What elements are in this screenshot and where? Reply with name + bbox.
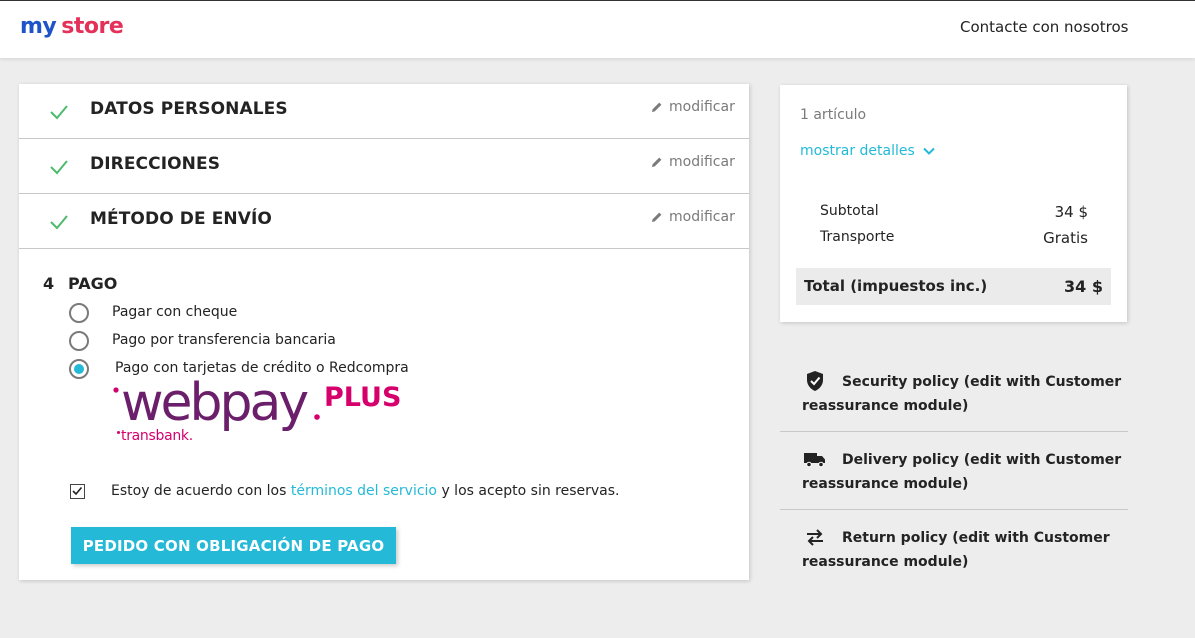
- check-icon: [50, 215, 68, 230]
- step-addresses[interactable]: DIRECCIONES modificar: [19, 139, 749, 194]
- chevron-down-icon: [923, 147, 935, 155]
- terms-checkbox[interactable]: [70, 484, 85, 499]
- edit-label: modificar: [669, 99, 735, 115]
- payment-step-title: PAGO: [68, 274, 118, 293]
- subtotal-value: 34 $: [1054, 203, 1088, 221]
- edit-label: modificar: [669, 154, 735, 170]
- payment-step-number: 4: [43, 274, 55, 293]
- payment-option-bank-transfer[interactable]: Pago por transferencia bancaria: [69, 330, 336, 352]
- subtotal-line: Subtotal 34 $: [820, 203, 1088, 221]
- reassurance-text: Delivery policy (edit with Customer reas…: [802, 452, 1122, 492]
- logo-word-store: store: [61, 14, 124, 39]
- radio-button[interactable]: [69, 303, 89, 323]
- checkmark-icon: [72, 486, 83, 496]
- terms-of-service-link[interactable]: términos del servicio: [291, 483, 437, 499]
- pencil-icon: [652, 102, 662, 112]
- terms-text-after: y los acepto sin reservas.: [437, 483, 620, 499]
- reassurance-text: Security policy (edit with Customer reas…: [802, 374, 1122, 414]
- webpay-plus-logo: webpay PLUS transbank.: [113, 374, 401, 444]
- shipping-line: Transporte Gratis: [820, 229, 1088, 247]
- reassurance-delivery: Delivery policy (edit with Customer reas…: [780, 432, 1128, 510]
- total-value: 34 $: [1064, 277, 1103, 296]
- edit-step-button[interactable]: modificar: [651, 209, 735, 225]
- payment-option-label: Pago por transferencia bancaria: [112, 332, 336, 348]
- transbank-logo-text: transbank.: [121, 428, 193, 444]
- webpay-logo-plus: PLUS: [324, 382, 401, 413]
- contact-link[interactable]: Contacte con nosotros: [960, 18, 1128, 36]
- radio-button[interactable]: [69, 331, 89, 351]
- webpay-logo-text: webpay: [121, 374, 308, 433]
- cart-summary: 1 artículo mostrar detalles Subtotal 34 …: [780, 85, 1127, 322]
- payment-option-cheque[interactable]: Pagar con cheque: [69, 302, 237, 324]
- reassurance-block: Security policy (edit with Customer reas…: [780, 354, 1128, 588]
- step-title: MÉTODO DE ENVÍO: [90, 209, 272, 229]
- terms-text-before: Estoy de acuerdo con los: [111, 483, 291, 499]
- reassurance-text: Return policy (edit with Customer reassu…: [802, 530, 1110, 570]
- total-line: Total (impuestos inc.) 34 $: [796, 268, 1111, 305]
- check-icon: [50, 105, 68, 120]
- checkout-steps: DATOS PERSONALES modificar DIRECCIONES m…: [19, 84, 749, 580]
- step-title: DIRECCIONES: [90, 154, 221, 174]
- step-shipping-method[interactable]: MÉTODO DE ENVÍO modificar: [19, 194, 749, 249]
- step-title: DATOS PERSONALES: [90, 99, 288, 119]
- reassurance-security: Security policy (edit with Customer reas…: [780, 354, 1128, 432]
- logo-word-my: my: [20, 14, 57, 39]
- check-icon: [50, 160, 68, 175]
- terms-text: Estoy de acuerdo con los términos del se…: [111, 483, 620, 499]
- shipping-value: Gratis: [1043, 229, 1088, 247]
- pencil-icon: [652, 157, 662, 167]
- edit-step-button[interactable]: modificar: [651, 154, 735, 170]
- step-personal-data[interactable]: DATOS PERSONALES modificar: [19, 84, 749, 139]
- reassurance-return: Return policy (edit with Customer reassu…: [780, 510, 1128, 588]
- shipping-label: Transporte: [820, 229, 895, 245]
- site-header: my store Contacte con nosotros: [0, 1, 1195, 58]
- show-details-label: mostrar detalles: [800, 143, 915, 159]
- store-logo[interactable]: my store: [20, 14, 124, 39]
- terms-agreement[interactable]: Estoy de acuerdo con los términos del se…: [70, 483, 620, 499]
- total-label: Total (impuestos inc.): [804, 277, 988, 295]
- payment-option-credit-card[interactable]: Pago con tarjetas de crédito o Redcompra: [69, 358, 409, 380]
- radio-button-selected[interactable]: [69, 359, 89, 379]
- place-order-button[interactable]: PEDIDO CON OBLIGACIÓN DE PAGO: [71, 527, 396, 564]
- cart-item-count: 1 artículo: [800, 107, 867, 123]
- subtotal-label: Subtotal: [820, 203, 879, 219]
- edit-label: modificar: [669, 209, 735, 225]
- show-details-toggle[interactable]: mostrar detalles: [800, 143, 935, 159]
- pencil-icon: [652, 212, 662, 222]
- payment-option-label: Pagar con cheque: [112, 304, 238, 320]
- edit-step-button[interactable]: modificar: [651, 99, 735, 115]
